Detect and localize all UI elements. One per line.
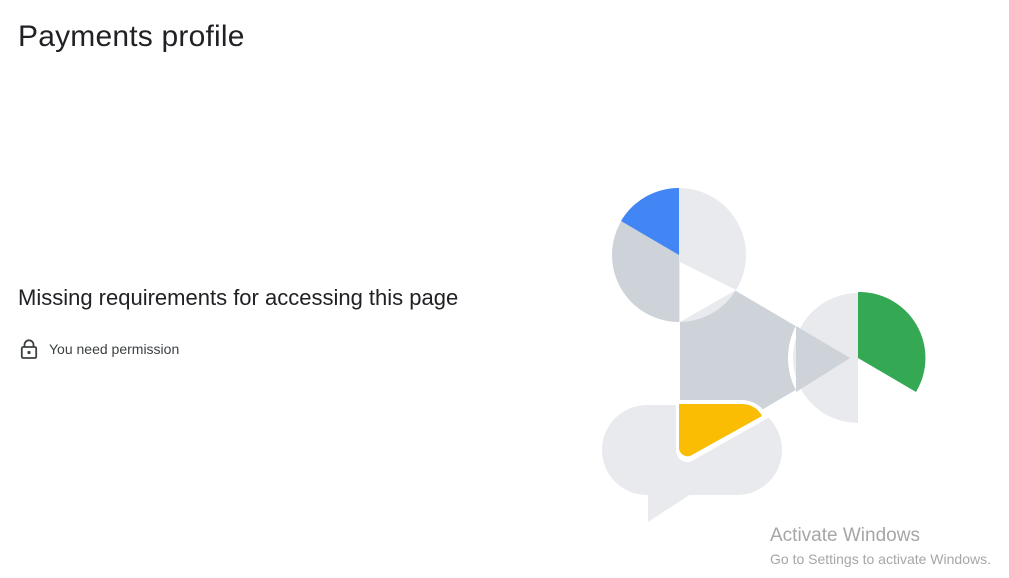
watermark-title: Activate Windows	[770, 525, 920, 546]
access-message: Missing requirements for accessing this …	[18, 282, 488, 360]
permission-text: You need permission	[49, 341, 180, 357]
lock-icon	[18, 338, 40, 360]
watermark-subtitle: Go to Settings to activate Windows.	[770, 551, 991, 567]
missing-requirements-heading: Missing requirements for accessing this …	[18, 285, 459, 310]
payments-profile-page: Payments profile Missing requirements fo…	[0, 0, 1009, 578]
page-title: Payments profile	[18, 20, 245, 53]
windows-activation-watermark: Activate Windows Go to Settings to activ…	[770, 525, 991, 569]
permission-row: You need permission	[18, 338, 488, 360]
access-denied-illustration	[596, 180, 936, 526]
